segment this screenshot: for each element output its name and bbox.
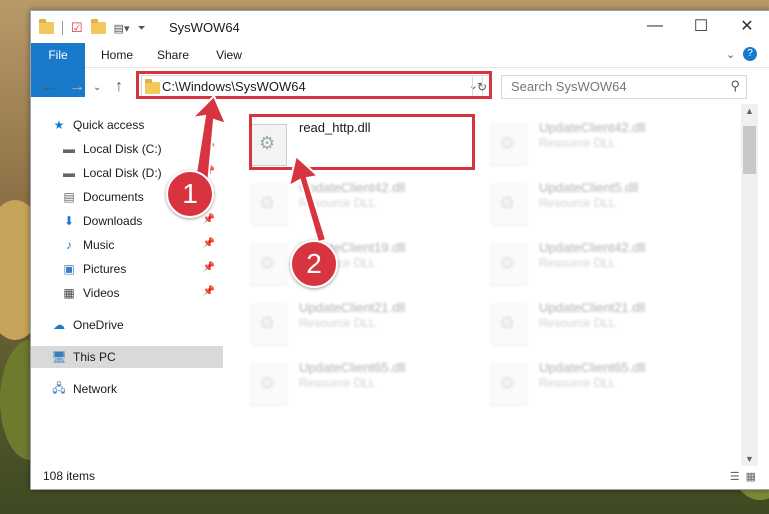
annotation-arrows xyxy=(189,94,328,244)
arrow-2 xyxy=(287,154,328,244)
step-2-badge: 2 xyxy=(290,240,338,288)
step-1-badge: 1 xyxy=(166,170,214,218)
